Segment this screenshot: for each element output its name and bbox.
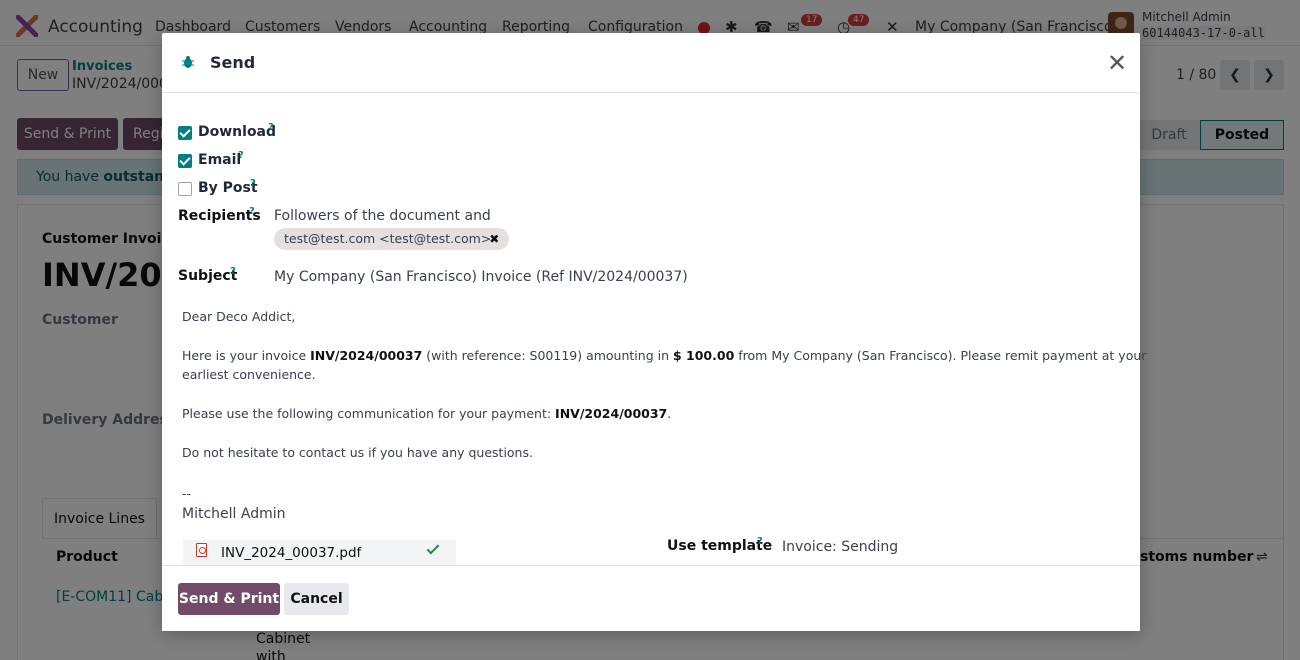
email-checkbox[interactable] — [178, 154, 192, 168]
cancel-button[interactable]: Cancel — [284, 583, 349, 615]
email-label[interactable]: Email — [198, 152, 241, 168]
body-paragraph-2[interactable]: Please use the following communication f… — [182, 404, 671, 423]
body-invoice-ref: INV/2024/00037 — [310, 348, 423, 363]
body-text-part: (with reference: S00119) amounting in — [422, 348, 673, 363]
dialog-title: Send — [210, 53, 256, 72]
body-paragraph-1[interactable]: Here is your invoice INV/2024/00037 (wit… — [182, 346, 1146, 365]
remove-tag-icon[interactable]: ✖ — [489, 228, 499, 250]
body-text-part: from My Company (San Francisco). Please … — [734, 348, 1147, 363]
by-post-checkbox[interactable] — [178, 182, 192, 196]
help-icon[interactable]: ? — [757, 536, 763, 547]
bug-icon — [182, 56, 194, 68]
attachment-name[interactable]: INV_2024_00037.pdf — [221, 545, 361, 561]
help-icon[interactable]: ? — [238, 150, 244, 161]
body-text-part: . — [667, 406, 672, 421]
recipients-text: Followers of the document and — [274, 208, 491, 224]
pdf-file-icon — [196, 543, 207, 557]
by-post-label[interactable]: By Post — [198, 180, 258, 196]
body-paragraph-1-cont[interactable]: earliest convenience. — [182, 365, 316, 384]
help-icon[interactable]: ? — [268, 122, 274, 133]
help-icon[interactable]: ? — [249, 206, 255, 217]
recipient-tag-label: test@test.com <test@test.com> — [284, 231, 492, 246]
template-select[interactable]: Invoice: Sending — [782, 539, 898, 555]
subject-input[interactable]: My Company (San Francisco) Invoice (Ref … — [274, 269, 688, 285]
body-paragraph-3[interactable]: Do not hesitate to contact us if you hav… — [182, 443, 533, 462]
close-icon[interactable]: ✕ — [1106, 51, 1128, 75]
signature-name[interactable]: Mitchell Admin — [182, 505, 286, 524]
check-icon — [426, 541, 440, 555]
send-print-confirm-button[interactable]: Send & Print — [178, 583, 280, 615]
send-dialog: Send ✕ Download ? Email ? By Post ? Reci… — [162, 33, 1146, 631]
subject-label: Subject — [178, 268, 238, 284]
recipient-tag[interactable]: test@test.com <test@test.com> ✖ — [274, 228, 510, 250]
body-amount: $ 100.00 — [672, 348, 735, 363]
help-icon[interactable]: ? — [230, 266, 236, 277]
body-text-part: Please use the following communication f… — [182, 406, 556, 421]
help-icon[interactable]: ? — [250, 178, 256, 189]
body-payment-ref: INV/2024/00037 — [555, 406, 668, 421]
signature-separator[interactable]: -- — [182, 484, 191, 503]
download-checkbox[interactable] — [178, 126, 192, 140]
download-label[interactable]: Download — [198, 124, 276, 140]
dialog-footer: Send & Print Cancel — [162, 565, 1140, 631]
body-greeting[interactable]: Dear Deco Addict, — [182, 307, 295, 326]
attachment-item[interactable]: INV_2024_00037.pdf — [183, 540, 456, 565]
dialog-header: Send ✕ — [162, 33, 1140, 93]
body-text-part: Here is your invoice — [182, 348, 311, 363]
